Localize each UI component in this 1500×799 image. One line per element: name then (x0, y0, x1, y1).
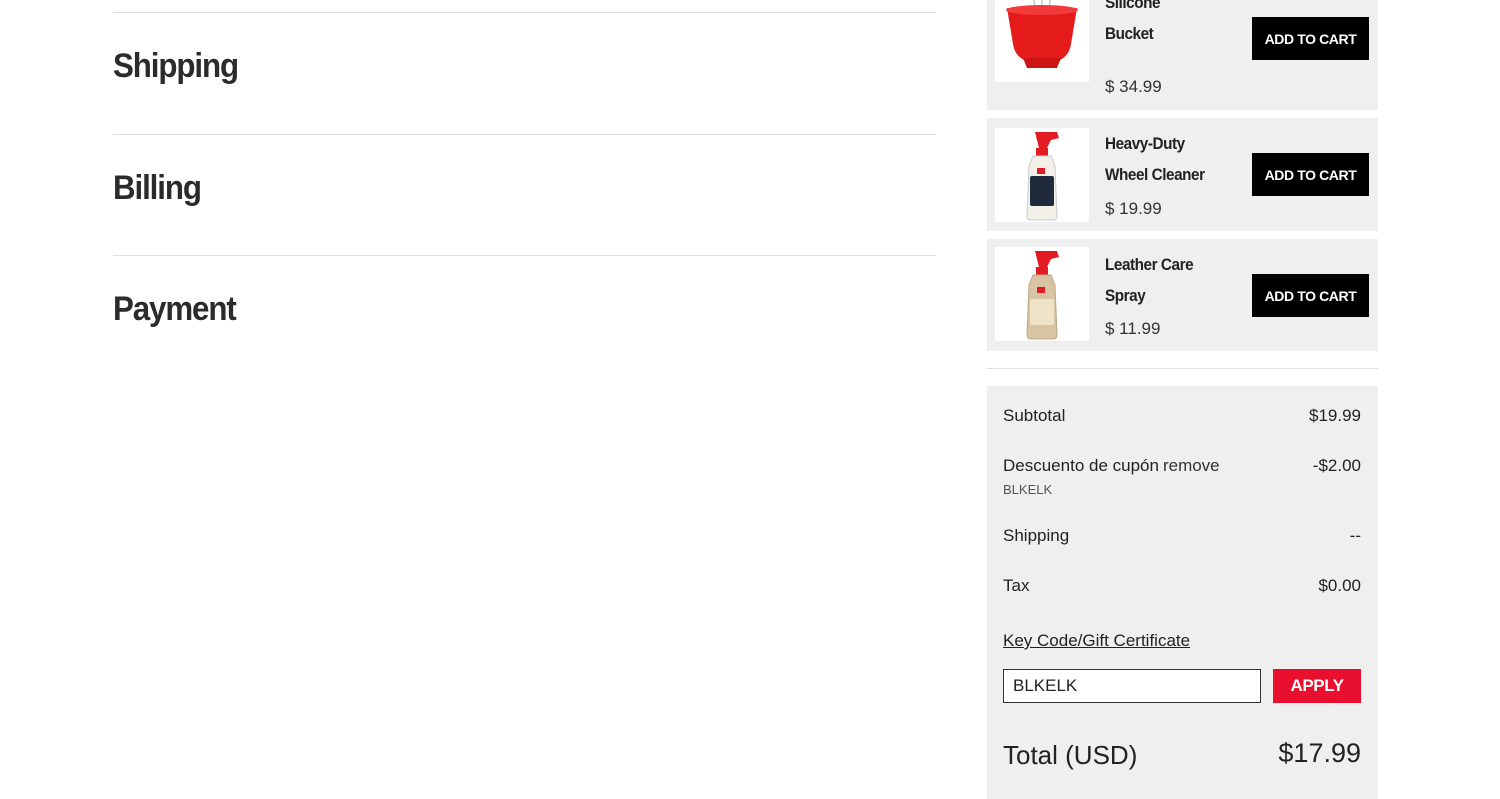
discount-value: -$2.00 (1312, 456, 1361, 475)
product-image[interactable] (995, 247, 1089, 341)
product-price: $ 34.99 (1105, 77, 1162, 96)
spray-bottle-icon (1026, 132, 1059, 221)
upsell-product-card: Leather Care Spray $ 11.99 ADD TO CART (987, 239, 1378, 351)
order-summary: Subtotal $19.99 Descuento de cupón remove… (987, 386, 1378, 799)
subtotal-label: Subtotal (1003, 406, 1066, 425)
shipping-label: Shipping (1003, 526, 1070, 545)
tax-value: $0.00 (1318, 576, 1361, 595)
product-price: $ 19.99 (1105, 199, 1162, 218)
product-image[interactable] (995, 128, 1089, 222)
tax-label: Tax (1003, 576, 1030, 595)
total-label: Total (USD) (1003, 740, 1138, 770)
spray-bottle-icon (1026, 251, 1059, 340)
product-name[interactable]: Leather Care Spray (1105, 249, 1213, 311)
shipping-heading[interactable]: Shipping (113, 47, 239, 86)
divider (987, 368, 1378, 369)
payment-section[interactable]: Payment (113, 255, 936, 375)
product-image[interactable] (995, 0, 1089, 82)
discount-label: Descuento de cupón remove (1003, 456, 1220, 475)
bucket-icon (1006, 0, 1078, 68)
total-value: $17.99 (1278, 738, 1361, 768)
gift-certificate-link[interactable]: Key Code/Gift Certificate (1003, 631, 1190, 651)
coupon-code: BLKELK (1003, 482, 1053, 497)
add-to-cart-button[interactable]: ADD TO CART (1252, 17, 1369, 60)
shipping-value: -- (1349, 526, 1361, 545)
upsell-product-card: Silicone Bucket $ 34.99 ADD TO CART (987, 0, 1378, 110)
add-to-cart-button[interactable]: ADD TO CART (1252, 274, 1369, 317)
apply-button[interactable]: APPLY (1273, 669, 1361, 703)
payment-heading[interactable]: Payment (113, 290, 237, 329)
remove-coupon-link[interactable]: remove (1163, 456, 1220, 475)
subtotal-value: $19.99 (1309, 406, 1361, 425)
product-name[interactable]: Heavy-Duty Wheel Cleaner (1105, 128, 1213, 190)
upsell-product-card: Heavy-Duty Wheel Cleaner $ 19.99 ADD TO … (987, 118, 1378, 231)
add-to-cart-button[interactable]: ADD TO CART (1252, 153, 1369, 196)
shipping-section[interactable]: Shipping (113, 12, 936, 134)
coupon-code-input[interactable] (1003, 669, 1261, 703)
product-name[interactable]: Silicone Bucket (1105, 0, 1213, 49)
billing-section[interactable]: Billing (113, 134, 936, 255)
product-price: $ 11.99 (1105, 319, 1161, 338)
billing-heading[interactable]: Billing (113, 169, 202, 208)
